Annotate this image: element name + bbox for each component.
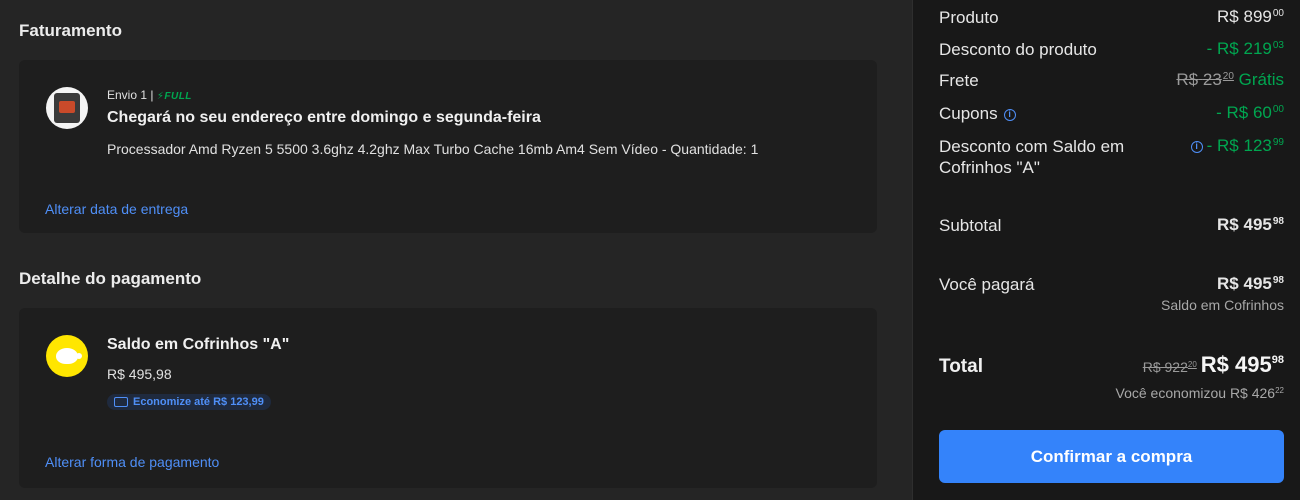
you-pay-note: Saldo em Cofrinhos	[1161, 297, 1284, 313]
total-value: R$ 92220 R$ 49598	[1142, 352, 1284, 377]
you-pay-label: Você pagará	[939, 275, 1035, 294]
summary-row-product-discount: Desconto do produto - R$ 21903	[939, 39, 1284, 60]
product-price: R$ 89900	[1217, 7, 1284, 26]
you-pay-value: R$ 49598	[1217, 274, 1284, 293]
summary-row-shipping: Frete R$ 2320 Grátis	[939, 70, 1284, 91]
delivery-heading: Chegará no seu endereço entre domingo e …	[107, 109, 541, 126]
shipping-value: R$ 2320 Grátis	[1176, 70, 1284, 90]
total-old-price: R$ 92220	[1142, 359, 1197, 375]
product-thumbnail	[46, 87, 88, 129]
product-discount-label: Desconto do produto	[939, 40, 1097, 59]
checkout-main: Faturamento Envio 1 | ⚡FULL Chegará no s…	[0, 0, 912, 500]
shipment-label: Envio 1 |	[107, 88, 154, 102]
shipping-free: Grátis	[1238, 70, 1284, 89]
coupons-label: Cupons i	[939, 103, 1016, 124]
info-icon[interactable]: i	[1003, 109, 1016, 121]
summary-row-product: Produto R$ 89900	[939, 7, 1284, 28]
shipping-old-price: R$ 2320	[1176, 70, 1234, 89]
product-line: Processador Amd Ryzen 5 5500 3.6ghz 4.2g…	[107, 141, 759, 157]
coupons-value: - R$ 6000	[1216, 103, 1284, 122]
payment-card: Saldo em Cofrinhos "A" R$ 495,98 Economi…	[19, 308, 877, 488]
piggy-bank-icon	[46, 335, 88, 377]
savings-badge-text: Economize até R$ 123,99	[133, 396, 264, 408]
piggy-discount-label: Desconto com Saldo em Cofrinhos "A"	[939, 137, 1125, 177]
info-icon[interactable]: i	[1190, 141, 1203, 153]
payment-method-name: Saldo em Cofrinhos "A"	[107, 336, 290, 353]
product-discount-value: - R$ 21903	[1206, 39, 1284, 58]
total-savings: Você economizou R$ 42622	[1115, 385, 1284, 401]
summary-row-total: Total R$ 92220 R$ 49598	[939, 352, 1284, 378]
summary-row-coupons: Cupons i - R$ 6000	[939, 103, 1284, 124]
billing-title: Faturamento	[19, 21, 122, 40]
shipment-card: Envio 1 | ⚡FULL Chegará no seu endereço …	[19, 60, 877, 233]
full-badge: ⚡FULL	[156, 91, 192, 102]
payment-title: Detalhe do pagamento	[19, 269, 202, 288]
confirm-purchase-button[interactable]: Confirmar a compra	[939, 430, 1284, 483]
summary-row-subtotal: Subtotal R$ 49598	[939, 215, 1284, 236]
subtotal-label: Subtotal	[939, 216, 1002, 235]
product-label: Produto	[939, 8, 999, 27]
subtotal-value: R$ 49598	[1217, 215, 1284, 234]
piggy-discount-value: i- R$ 12399	[1190, 136, 1284, 156]
shipping-label: Frete	[939, 71, 979, 90]
coupon-icon	[114, 397, 128, 407]
payment-amount: R$ 495,98	[107, 366, 172, 382]
change-delivery-date-link[interactable]: Alterar data de entrega	[45, 201, 188, 217]
savings-badge: Economize até R$ 123,99	[107, 394, 271, 412]
total-label: Total	[939, 356, 983, 377]
shipment-tag: Envio 1 | ⚡FULL	[107, 88, 192, 102]
summary-row-piggy-discount: Desconto com Saldo em Cofrinhos "A" i- R…	[939, 136, 1284, 178]
change-payment-method-link[interactable]: Alterar forma de pagamento	[45, 454, 219, 470]
summary-row-you-pay: Você pagará R$ 49598	[939, 274, 1284, 295]
